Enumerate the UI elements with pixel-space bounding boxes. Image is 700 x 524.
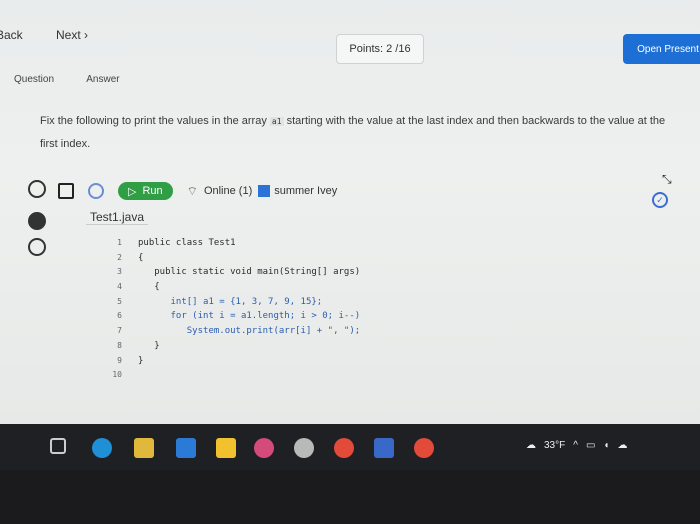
weather-icon: ☁ xyxy=(526,440,536,451)
line-number-gutter: 1 2 3 4 5 6 7 8 9 10 xyxy=(104,236,122,383)
file-explorer-icon[interactable] xyxy=(134,438,154,458)
collapse-icon[interactable]: ⤡ xyxy=(662,172,672,187)
line-number: 3 xyxy=(117,267,122,277)
file-icon[interactable] xyxy=(58,183,74,199)
network-icon[interactable]: ▭ xyxy=(586,440,595,451)
array-name-code: a1 xyxy=(269,117,284,126)
line-number: 10 xyxy=(112,370,122,380)
settings-app-icon[interactable] xyxy=(294,438,314,458)
code-editor[interactable]: public class Test1 { public static void m… xyxy=(138,236,360,383)
question-text-before: Fix the following to print the values in… xyxy=(40,115,270,127)
edge-browser-icon[interactable] xyxy=(92,438,112,458)
check-icon[interactable]: ✓ xyxy=(652,192,668,208)
code-line: int[] a1 = {1, 3, 7, 9, 15}; xyxy=(138,296,323,307)
question-answer-tabs: Question Answer xyxy=(14,74,150,85)
open-present-label: Open Present xyxy=(637,43,699,55)
onedrive-icon[interactable]: ☁ xyxy=(617,440,627,451)
line-number: 7 xyxy=(117,326,122,336)
editor-toolbar: ▷ Run ⌔ Online (1) summer Ivey xyxy=(58,182,337,200)
file-name-label: Test1.java xyxy=(90,210,145,224)
run-label: Run xyxy=(142,185,163,197)
back-label: Back xyxy=(0,28,23,42)
code-line: { xyxy=(138,282,160,293)
chrome-icon[interactable] xyxy=(334,438,354,458)
task-view-icon[interactable] xyxy=(50,438,66,454)
chevron-right-icon: › xyxy=(84,28,89,42)
tab-answer[interactable]: Answer xyxy=(86,74,119,85)
system-tray: ☁ 33°F ^ ▭ ◖ ☁ xyxy=(526,440,635,451)
code-line: for (int i = a1.length; i > 0; i--) xyxy=(138,311,361,322)
code-line: } xyxy=(138,340,160,351)
next-label: Next xyxy=(56,28,81,42)
next-button[interactable]: Next › xyxy=(56,28,88,42)
browser-screen: Back Next › Points: 2 /16 Open Present Q… xyxy=(0,0,700,424)
play-icon: ▷ xyxy=(128,185,137,198)
paint-app-icon[interactable] xyxy=(254,438,274,458)
top-navigation-bar: Back Next › Points: 2 /16 xyxy=(0,14,700,64)
code-line: public class Test1 xyxy=(138,238,236,248)
line-number: 5 xyxy=(117,296,122,306)
settings-icon[interactable] xyxy=(28,212,46,230)
run-button[interactable]: ▷ Run xyxy=(118,182,173,200)
online-status: ⌔ Online (1) summer Ivey xyxy=(187,184,338,199)
points-label: Points: 2 /16 xyxy=(349,43,411,55)
user-color-swatch xyxy=(258,185,271,197)
teams-icon[interactable] xyxy=(374,438,394,458)
page-icon[interactable] xyxy=(28,180,46,198)
line-number: 4 xyxy=(117,282,122,292)
chrome-profile-icon[interactable] xyxy=(414,438,434,458)
code-line: { xyxy=(138,252,144,263)
points-display: Points: 2 /16 xyxy=(336,34,424,64)
line-number: 1 xyxy=(117,238,122,247)
line-number: 6 xyxy=(117,311,122,321)
file-tab-test1[interactable]: Test1.java xyxy=(86,210,149,225)
question-text: Fix the following to print the values in… xyxy=(40,110,670,156)
online-user-name: summer Ivey xyxy=(274,185,338,197)
chevron-up-icon[interactable]: ^ xyxy=(573,440,578,451)
windows-taskbar: ☁ 33°F ^ ▭ ◖ ☁ xyxy=(0,424,700,470)
line-number: 2 xyxy=(117,252,122,262)
history-clock-icon[interactable] xyxy=(28,238,46,256)
back-button[interactable]: Back xyxy=(0,28,23,42)
code-line: System.out.print(arr[i] + ", "); xyxy=(138,326,361,337)
tab-question[interactable]: Question xyxy=(14,74,54,85)
line-number: 9 xyxy=(117,355,122,365)
code-line: public static void main(String[] args) xyxy=(138,267,361,278)
refresh-icon[interactable] xyxy=(88,183,104,199)
online-count: Online (1) xyxy=(203,185,253,197)
line-number: 8 xyxy=(117,340,122,350)
wifi-icon: ⌔ xyxy=(186,183,198,198)
sticky-notes-icon[interactable] xyxy=(216,438,236,458)
code-line: } xyxy=(138,355,144,366)
weather-temperature: 33°F xyxy=(544,440,566,451)
mail-icon[interactable] xyxy=(176,438,196,458)
volume-icon[interactable]: ◖ xyxy=(603,440,609,451)
open-present-button[interactable]: Open Present xyxy=(623,34,700,64)
